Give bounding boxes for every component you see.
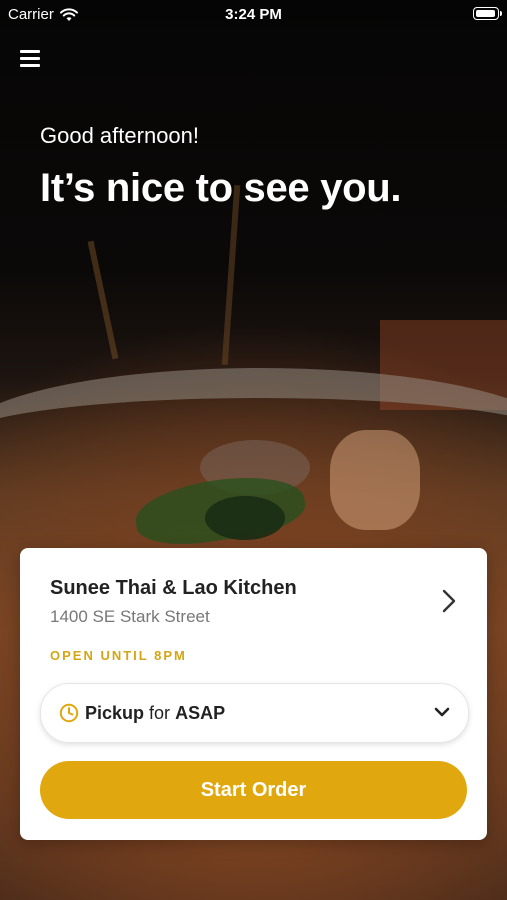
chevron-right-icon[interactable]	[438, 588, 460, 614]
store-card: Sunee Thai & Lao Kitchen 1400 SE Stark S…	[20, 548, 487, 840]
background-decor	[205, 496, 285, 540]
pickup-selector[interactable]: Pickup for ASAP	[40, 683, 469, 743]
headline-text: It’s nice to see you.	[40, 166, 402, 210]
battery-icon	[473, 7, 502, 20]
order-timing: ASAP	[175, 703, 226, 723]
store-name[interactable]: Sunee Thai & Lao Kitchen	[50, 577, 297, 600]
home-screen: Carrier 3:24 PM Good afternoon! It’s nic…	[0, 0, 507, 900]
status-bar: Carrier 3:24 PM	[0, 0, 507, 28]
start-order-button[interactable]: Start Order	[40, 761, 467, 819]
pickup-label: Pickup for ASAP	[85, 703, 225, 724]
greeting-text: Good afternoon!	[40, 123, 200, 148]
battery-level	[476, 10, 495, 17]
background-decor	[330, 430, 420, 530]
store-hours: OPEN UNTIL 8PM	[50, 648, 187, 663]
status-time: 3:24 PM	[225, 6, 282, 23]
store-address: 1400 SE Stark Street	[50, 607, 210, 626]
order-mode: Pickup	[85, 703, 145, 723]
menu-icon[interactable]	[20, 48, 42, 68]
order-connector: for	[149, 703, 171, 723]
clock-icon	[59, 703, 79, 723]
chevron-down-icon	[434, 707, 450, 717]
